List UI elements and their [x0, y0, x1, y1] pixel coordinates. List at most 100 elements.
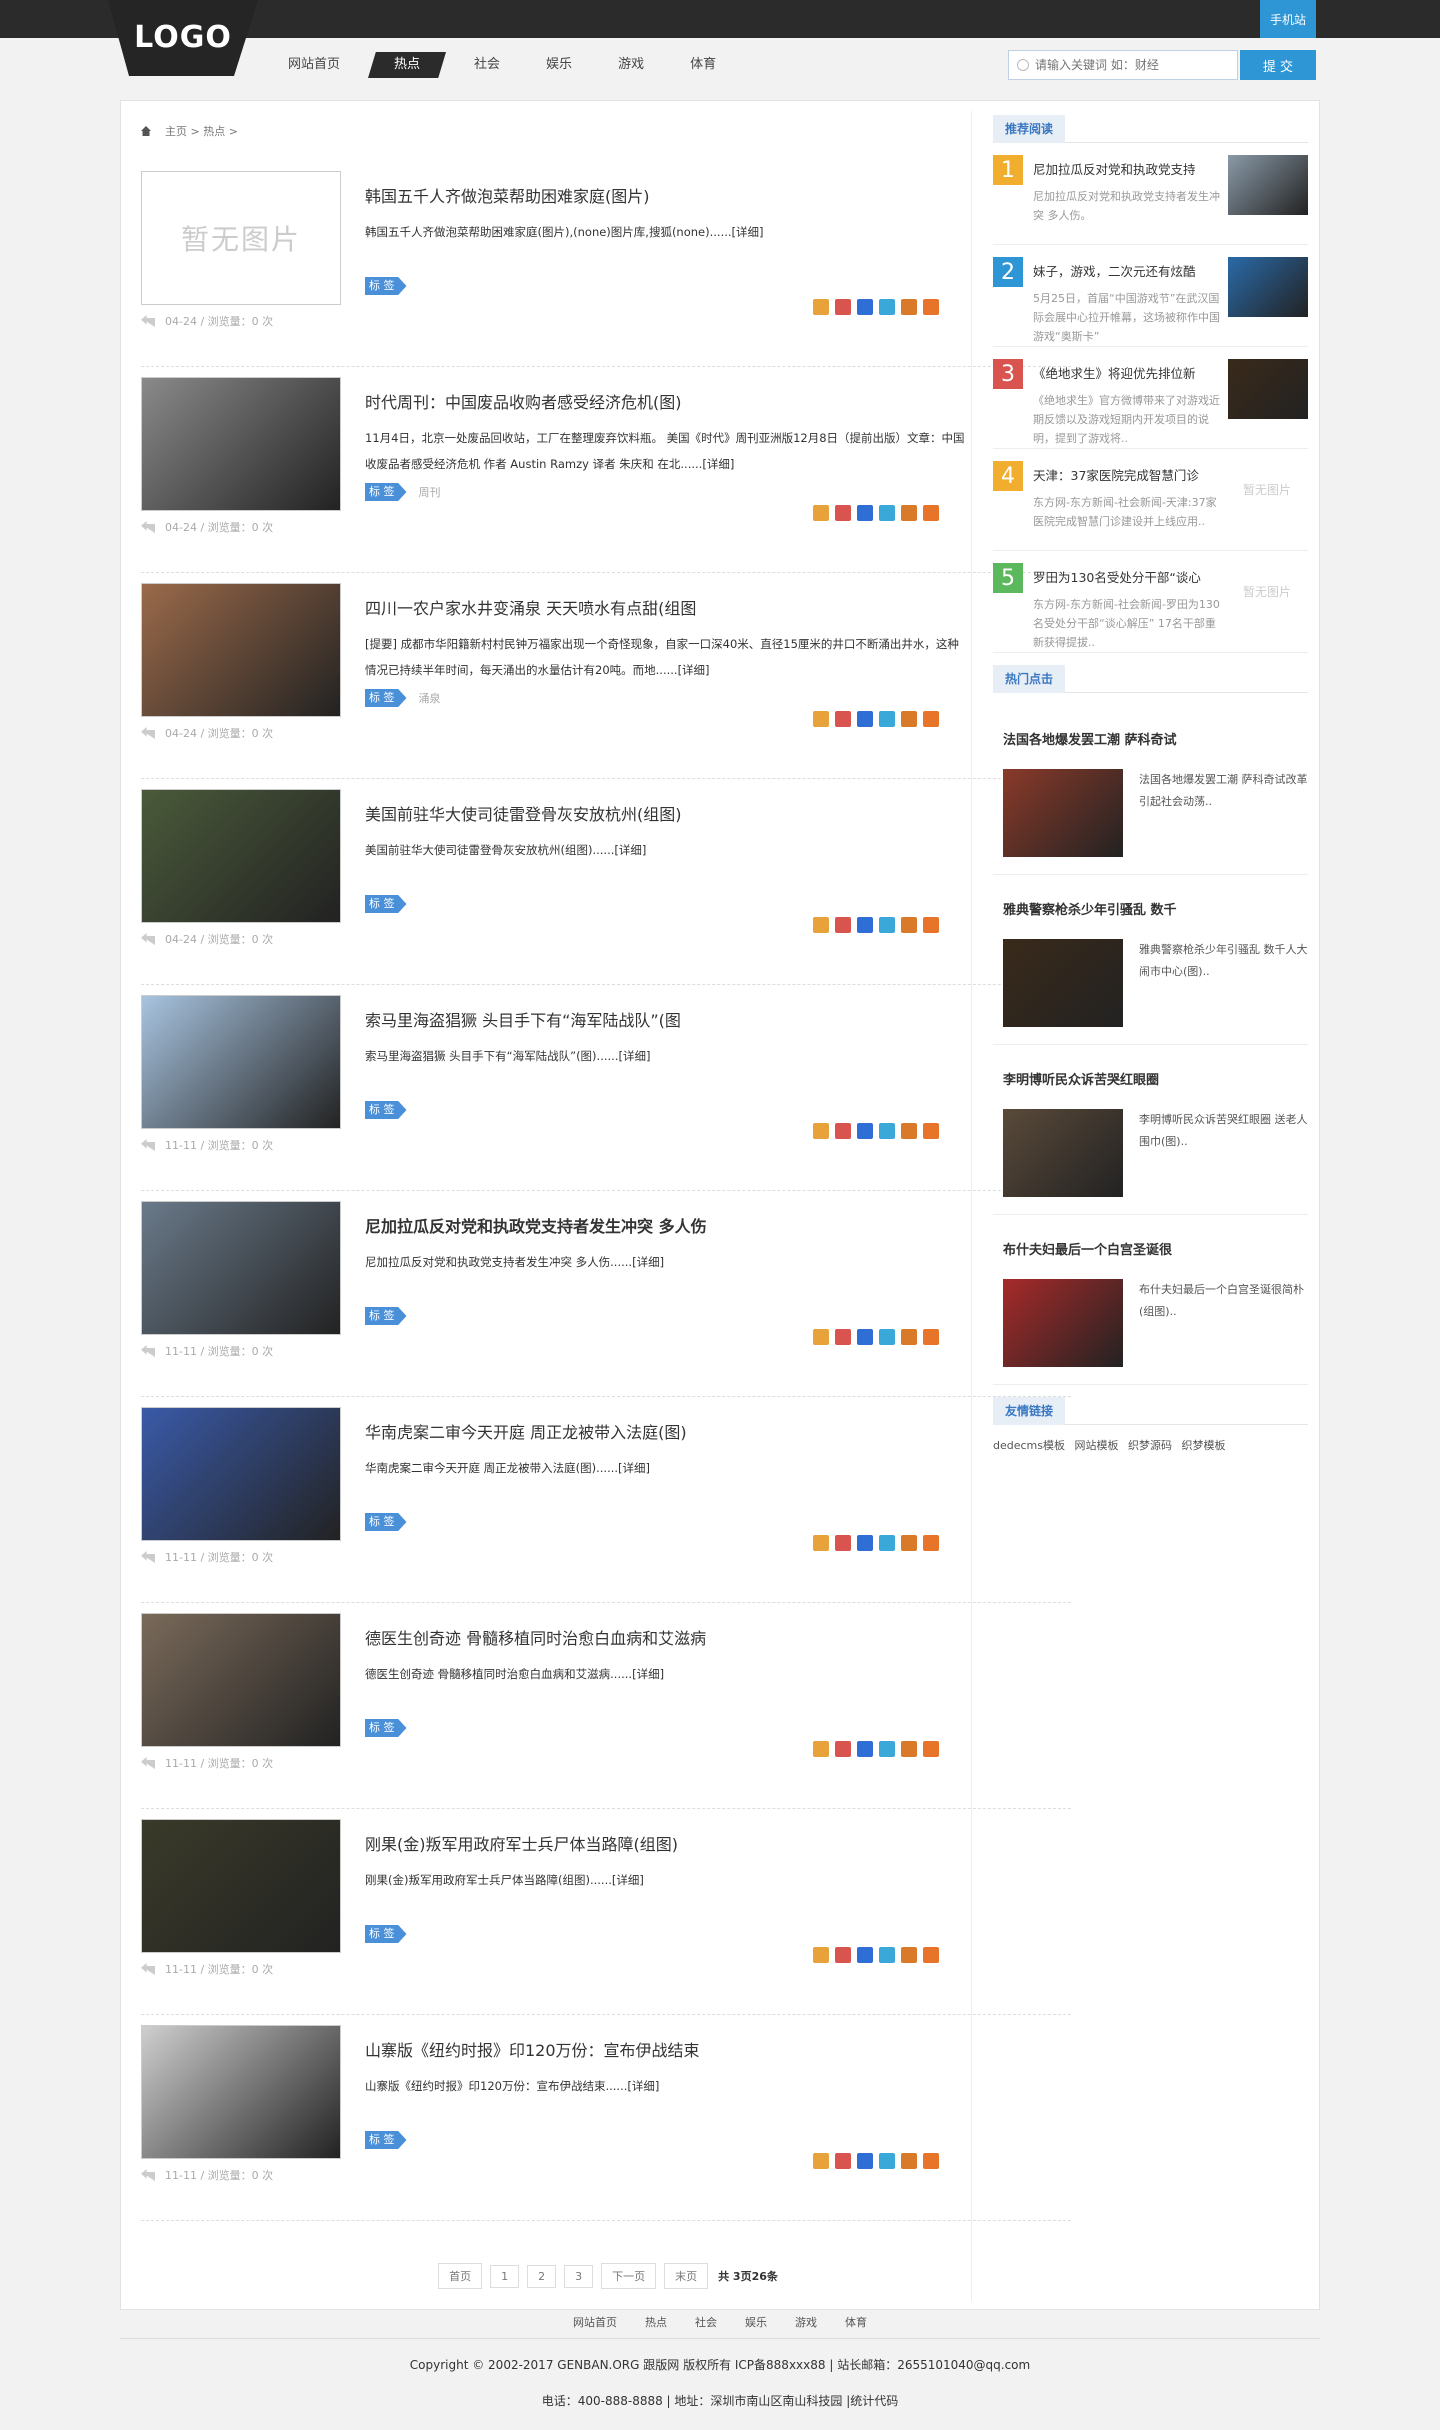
friend-links[interactable]: dedecms模板 网站模板 织梦源码 织梦模板 [993, 1437, 1308, 1453]
share-icon-1[interactable] [835, 1123, 851, 1139]
recommend-image[interactable] [1228, 359, 1308, 419]
share-icon-0[interactable] [813, 1947, 829, 1963]
article-title[interactable]: 刚果(金)叛军用政府军士兵尸体当路障(组图) [365, 1831, 678, 1855]
share-icon-3[interactable] [879, 1123, 895, 1139]
hot-title[interactable]: 法国各地爆发罢工潮 萨科奇试 [1003, 729, 1177, 748]
hot-title[interactable]: 李明博听民众诉苦哭红眼圈 [1003, 1069, 1159, 1088]
article-thumbnail[interactable] [141, 995, 341, 1129]
share-icon-1[interactable] [835, 917, 851, 933]
share-icon-0[interactable] [813, 1741, 829, 1757]
share-icon-2[interactable] [857, 299, 873, 315]
share-icon-2[interactable] [857, 1947, 873, 1963]
nav-sports[interactable]: 体育 [672, 52, 734, 78]
share-icon-4[interactable] [901, 917, 917, 933]
share-icon-5[interactable] [923, 505, 939, 521]
article-thumbnail[interactable] [141, 789, 341, 923]
recommend-item[interactable]: 1 尼加拉瓜反对党和执政党支持 尼加拉瓜反对党和执政党支持者发生冲突 多人伤。 [993, 155, 1308, 245]
article-title[interactable]: 华南虎案二审今天开庭 周正龙被带入法庭(图) [365, 1419, 687, 1443]
search-input[interactable] [1035, 58, 1225, 72]
recommend-item[interactable]: 4 天津：37家医院完成智慧门诊 东方网-东方新闻-社会新闻-天津:37家医院完成智… [993, 461, 1308, 551]
share-icon-0[interactable] [813, 299, 829, 315]
recommend-item[interactable]: 3 《绝地求生》将迎优先排位新 《绝地求生》官方微博带来了对游戏近期反馈以及游戏短期… [993, 359, 1308, 449]
article-thumbnail[interactable] [141, 2025, 341, 2159]
recommend-item[interactable]: 5 罗田为130名受处分干部“谈心 东方网-东方新闻-社会新闻-罗田为130名受处分… [993, 563, 1308, 653]
share-icon-5[interactable] [923, 1329, 939, 1345]
share-icon-0[interactable] [813, 917, 829, 933]
share-icon-3[interactable] [879, 299, 895, 315]
article-thumbnail[interactable] [141, 583, 341, 717]
footer-nav-games[interactable]: 游戏 [795, 2314, 817, 2336]
share-icon-1[interactable] [835, 1741, 851, 1757]
recommend-title[interactable]: 罗田为130名受处分干部“谈心 [1033, 567, 1223, 589]
footer-nav-entertainment[interactable]: 娱乐 [745, 2314, 767, 2336]
recommend-image[interactable] [1228, 257, 1308, 317]
footer-nav-hot[interactable]: 热点 [645, 2314, 667, 2336]
footer-nav-sports[interactable]: 体育 [845, 2314, 867, 2336]
hot-title[interactable]: 雅典警察枪杀少年引骚乱 数千 [1003, 899, 1177, 918]
article-thumbnail[interactable]: 暂无图片 [141, 171, 341, 305]
share-icon-0[interactable] [813, 711, 829, 727]
share-icon-1[interactable] [835, 299, 851, 315]
hot-image[interactable] [1003, 1279, 1123, 1367]
hot-item[interactable]: 法国各地爆发罢工潮 萨科奇试 法国各地爆发罢工潮 萨科奇试改革引起社会动荡.. [993, 705, 1308, 875]
share-icon-2[interactable] [857, 711, 873, 727]
article-thumbnail[interactable] [141, 1201, 341, 1335]
mobile-site-link[interactable]: 手机站 [1260, 0, 1316, 38]
share-icon-2[interactable] [857, 917, 873, 933]
share-icon-0[interactable] [813, 1329, 829, 1345]
page-first[interactable]: 首页 [438, 2263, 483, 2289]
recommend-title[interactable]: 天津：37家医院完成智慧门诊 [1033, 465, 1223, 487]
article-title[interactable]: 时代周刊：中国废品收购者感受经济危机(图) [365, 389, 682, 413]
article-thumbnail[interactable] [141, 1407, 341, 1541]
share-icon-3[interactable] [879, 2153, 895, 2169]
share-icon-1[interactable] [835, 1535, 851, 1551]
share-icon-4[interactable] [901, 1947, 917, 1963]
share-icon-4[interactable] [901, 1741, 917, 1757]
share-icon-2[interactable] [857, 1123, 873, 1139]
nav-society[interactable]: 社会 [456, 52, 518, 78]
share-icon-2[interactable] [857, 1741, 873, 1757]
share-icon-4[interactable] [901, 1535, 917, 1551]
page-last[interactable]: 末页 [664, 2263, 709, 2289]
share-icon-5[interactable] [923, 917, 939, 933]
share-icon-4[interactable] [901, 505, 917, 521]
share-icon-4[interactable] [901, 1329, 917, 1345]
hot-image[interactable] [1003, 939, 1123, 1027]
share-icon-0[interactable] [813, 1535, 829, 1551]
share-icon-3[interactable] [879, 1947, 895, 1963]
share-icon-2[interactable] [857, 1329, 873, 1345]
recommend-item[interactable]: 2 妹子，游戏，二次元还有炫酷 5月25日，首届“中国游戏节”在武汉国际会展中心拉开… [993, 257, 1308, 347]
share-icon-5[interactable] [923, 1123, 939, 1139]
share-icon-4[interactable] [901, 299, 917, 315]
share-icon-5[interactable] [923, 1741, 939, 1757]
recommend-title[interactable]: 尼加拉瓜反对党和执政党支持 [1033, 159, 1223, 181]
footer-nav-home[interactable]: 网站首页 [573, 2314, 617, 2336]
hot-item[interactable]: 布什夫妇最后一个白宫圣诞很 布什夫妇最后一个白宫圣诞很简朴(组图).. [993, 1215, 1308, 1385]
share-icon-0[interactable] [813, 505, 829, 521]
share-icon-4[interactable] [901, 2153, 917, 2169]
article-title[interactable]: 美国前驻华大使司徒雷登骨灰安放杭州(组图) [365, 801, 682, 825]
recommend-title[interactable]: 妹子，游戏，二次元还有炫酷 [1033, 261, 1223, 283]
hot-image[interactable] [1003, 769, 1123, 857]
hot-title[interactable]: 布什夫妇最后一个白宫圣诞很 [1003, 1239, 1172, 1258]
share-icon-5[interactable] [923, 1535, 939, 1551]
share-icon-5[interactable] [923, 2153, 939, 2169]
article-title[interactable]: 德医生创奇迹 骨髓移植同时治愈白血病和艾滋病 [365, 1625, 706, 1649]
article-title[interactable]: 四川一农户家水井变涌泉 天天喷水有点甜(组图 [365, 595, 696, 619]
page-2[interactable]: 2 [527, 2264, 557, 2288]
share-icon-2[interactable] [857, 505, 873, 521]
hot-item[interactable]: 李明博听民众诉苦哭红眼圈 李明博听民众诉苦哭红眼圈 送老人围巾(图).. [993, 1045, 1308, 1215]
site-logo[interactable]: LOGO [108, 0, 258, 76]
article-title[interactable]: 韩国五千人齐做泡菜帮助困难家庭(图片) [365, 183, 650, 207]
share-icon-5[interactable] [923, 299, 939, 315]
share-icon-1[interactable] [835, 505, 851, 521]
share-icon-2[interactable] [857, 1535, 873, 1551]
hot-image[interactable] [1003, 1109, 1123, 1197]
article-title[interactable]: 索马里海盗猖獗 头目手下有“海军陆战队”(图 [365, 1007, 681, 1031]
share-icon-1[interactable] [835, 1947, 851, 1963]
nav-hot[interactable]: 热点 [368, 52, 447, 78]
share-icon-1[interactable] [835, 711, 851, 727]
page-next[interactable]: 下一页 [601, 2263, 657, 2289]
article-thumbnail[interactable] [141, 1819, 341, 1953]
tag-word[interactable]: 周刊 [419, 484, 441, 500]
